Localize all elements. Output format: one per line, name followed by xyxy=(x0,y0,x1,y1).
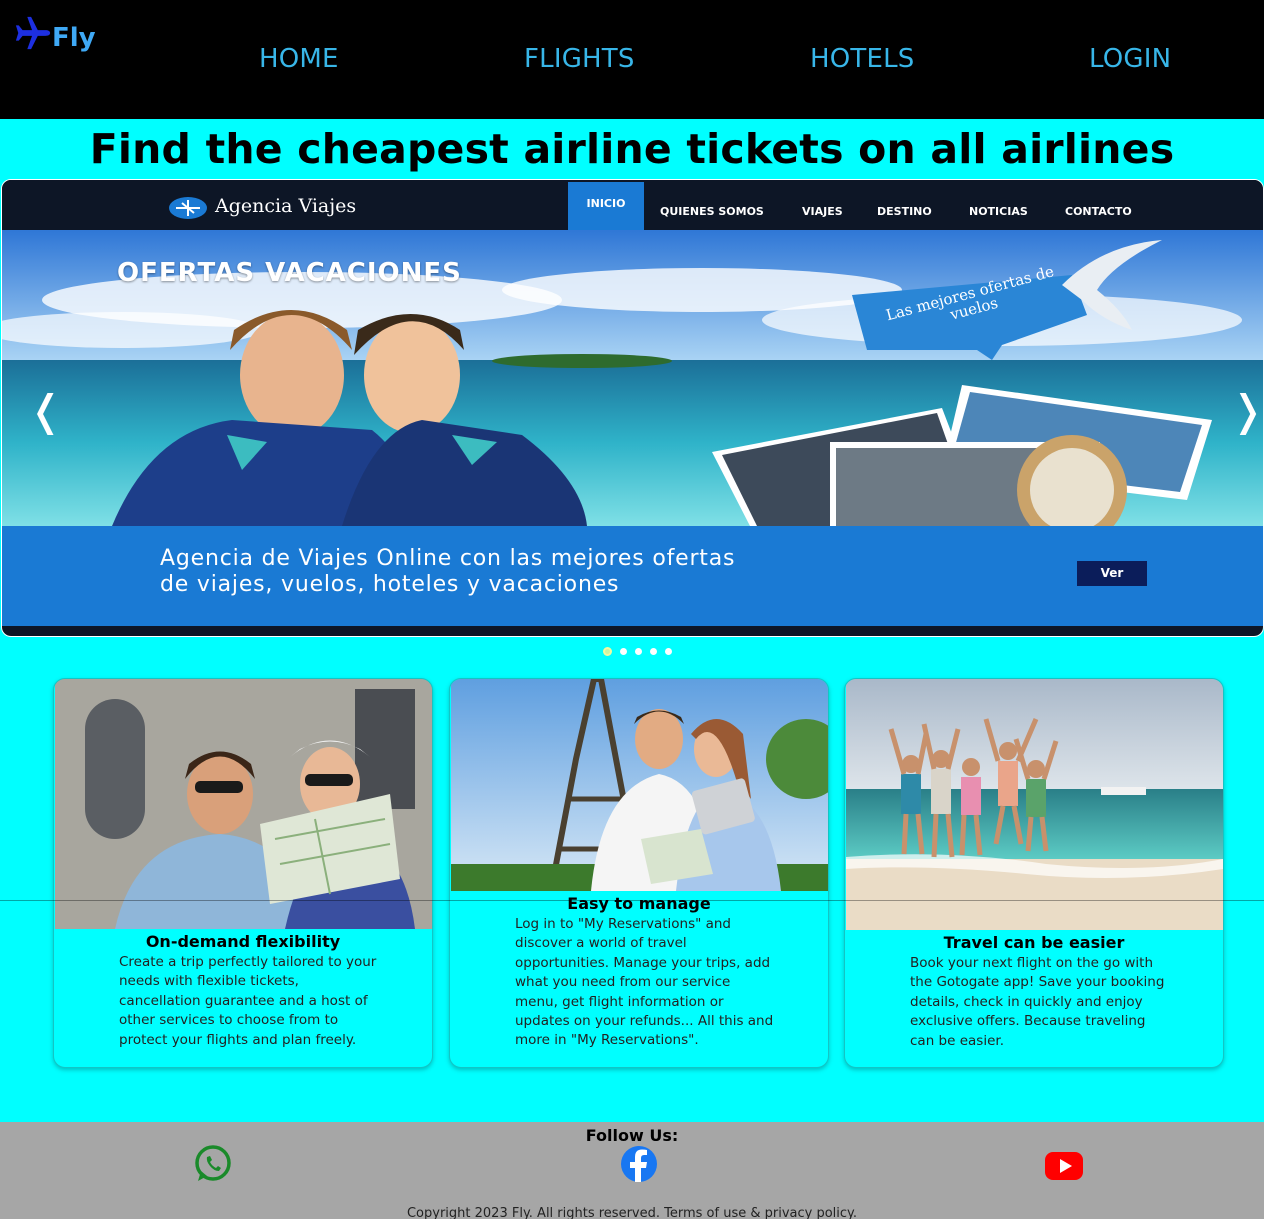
airplane-icon xyxy=(14,14,52,57)
slide-menu-quienes-somos: QUIENES SOMOS xyxy=(660,205,764,218)
slide-menu-destino: DESTINO xyxy=(877,205,932,218)
nav-home-link[interactable]: HOME xyxy=(259,44,339,74)
carousel-indicator-1[interactable] xyxy=(603,647,612,656)
page-headline: Find the cheapest airline tickets on all… xyxy=(89,125,1175,173)
card-title: On-demand flexibility xyxy=(145,932,341,951)
slide-menu-inicio: INICIO xyxy=(568,182,644,230)
card-body: Create a trip perfectly tailored to your… xyxy=(119,954,377,1048)
slide-caption: Agencia de Viajes Online con las mejores… xyxy=(160,546,980,598)
navbar: Fly HOME FLIGHTS HOTELS LOGIN xyxy=(0,0,1264,119)
footer: Follow Us: Copyright 2023 Fly. All right… xyxy=(0,1122,1264,1219)
facebook-icon[interactable] xyxy=(619,1144,659,1184)
brand-logo[interactable]: Fly xyxy=(14,14,96,57)
youtube-icon[interactable] xyxy=(1044,1146,1084,1186)
card-body: Log in to "My Reservations" and discover… xyxy=(515,916,774,1049)
whatsapp-icon[interactable] xyxy=(193,1144,233,1184)
card-title: Easy to manage xyxy=(567,894,711,913)
slide-caption-line1: Agencia de Viajes Online con las mejores… xyxy=(160,546,736,571)
slide-menu-contacto: CONTACTO xyxy=(1065,205,1132,218)
hero-carousel: Agencia Viajes INICIO QUIENES SOMOS VIAJ… xyxy=(1,179,1264,637)
slide-headline: OFERTAS VACACIONES xyxy=(117,258,462,288)
carousel-indicator-5[interactable] xyxy=(665,648,672,655)
card-image-couple-map xyxy=(55,679,432,929)
carousel-indicator-4[interactable] xyxy=(650,648,657,655)
card-body: Book your next flight on the go with the… xyxy=(910,955,1165,1049)
carousel-prev-button[interactable]: ❬ xyxy=(28,390,63,432)
feature-card-flexibility: On-demand flexibility Create a trip perf… xyxy=(53,678,433,1068)
slide-menu-noticias: NOTICIAS xyxy=(969,205,1028,218)
feature-card-easier: Travel can be easier Book your next flig… xyxy=(844,678,1224,1068)
nav-login-link[interactable]: LOGIN xyxy=(1089,44,1171,74)
nav-hotels-link[interactable]: HOTELS xyxy=(810,44,915,74)
divider-line xyxy=(0,900,1264,901)
card-title: Travel can be easier xyxy=(943,933,1125,952)
carousel-indicator-2[interactable] xyxy=(620,648,627,655)
feature-card-manage: Easy to manage Log in to "My Reservation… xyxy=(449,678,829,1068)
slide-logo-icon xyxy=(168,196,208,220)
nav-flights-link[interactable]: FLIGHTS xyxy=(524,44,635,74)
brand-name: Fly xyxy=(52,22,96,53)
slide-menu-viajes: VIAJES xyxy=(802,205,843,218)
carousel-indicator-3[interactable] xyxy=(635,648,642,655)
card-image-beach-jump xyxy=(846,679,1223,930)
slide-logo-text: Agencia Viajes xyxy=(215,195,357,217)
carousel-next-button[interactable]: ❭ xyxy=(1230,390,1263,432)
slide-caption-line2: de viajes, vuelos, hoteles y vacaciones xyxy=(160,572,620,597)
carousel-indicators xyxy=(603,647,672,656)
slide-ver-button: Ver xyxy=(1077,561,1147,586)
copyright-text: Copyright 2023 Fly. All rights reserved.… xyxy=(406,1206,858,1219)
follow-us-label: Follow Us: xyxy=(585,1126,679,1145)
card-image-eiffel-couple xyxy=(451,679,828,894)
